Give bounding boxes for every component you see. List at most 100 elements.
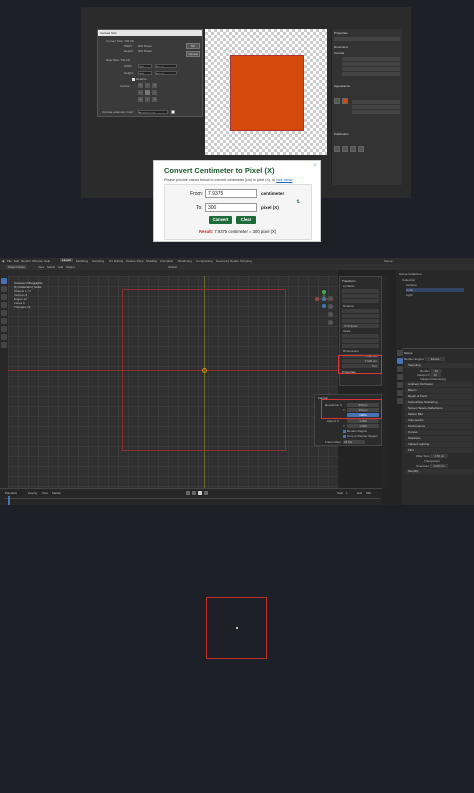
play-icon[interactable]	[198, 491, 202, 495]
crop-checkbox[interactable]	[343, 435, 346, 438]
anchor-arrow-nw-icon[interactable]: ↖	[138, 83, 143, 88]
height-unit-select[interactable]: Pixels	[155, 71, 177, 75]
playhead[interactable]	[8, 496, 10, 505]
gizmo-neg-x-handle[interactable]	[315, 297, 319, 301]
appearance-field-2[interactable]	[352, 105, 400, 109]
anchor-arrow-ne-icon[interactable]: ↗	[152, 83, 157, 88]
tab-compositing[interactable]: Compositing	[196, 259, 213, 263]
outliner-item-camera[interactable]: Camera	[406, 283, 464, 287]
add-cube-tool-icon[interactable]	[1, 342, 7, 348]
end-frame-field[interactable]: 250	[366, 491, 371, 495]
tab-uv-editing[interactable]: UV Editing	[109, 259, 123, 263]
rotation-z-field[interactable]	[342, 319, 379, 323]
marker-menu[interactable]: Marker	[52, 491, 61, 495]
menu-render[interactable]: Render	[21, 259, 31, 263]
menu-edit[interactable]: Edit	[14, 259, 19, 263]
appearance-field-3[interactable]	[352, 110, 400, 114]
collection-item[interactable]: Collection	[402, 278, 468, 282]
annotate-tool-icon[interactable]	[1, 326, 7, 332]
extension-color-swatch[interactable]	[171, 110, 175, 114]
select-menu[interactable]: Select	[47, 265, 55, 269]
output-tab-icon[interactable]	[397, 366, 403, 372]
section-depth-of-field[interactable]: Depth of Field	[405, 394, 473, 399]
tab-animation[interactable]: Animation	[160, 259, 173, 263]
object-menu[interactable]: Object	[66, 265, 75, 269]
vice-versa-link[interactable]: vice versa	[276, 178, 292, 182]
rotation-x-field[interactable]	[342, 309, 379, 313]
ad-close-icon[interactable]: ▷	[314, 162, 317, 167]
clear-button[interactable]: Clear	[236, 216, 256, 224]
play-reverse-icon[interactable]	[192, 491, 196, 495]
sampling-section[interactable]: Sampling	[405, 363, 473, 368]
convert-button[interactable]: Convert	[209, 216, 232, 224]
start-frame-field[interactable]: 1	[346, 491, 348, 495]
section-performance[interactable]: Performance	[405, 424, 473, 429]
select-tool-icon[interactable]	[1, 278, 7, 284]
link-icon[interactable]	[350, 146, 356, 152]
tab-shading[interactable]: Shading	[146, 259, 157, 263]
ok-button[interactable]: OK	[186, 43, 200, 49]
blender-logo-icon[interactable]: ◉	[2, 259, 5, 263]
cancel-button[interactable]: Cancel	[186, 51, 200, 57]
from-input[interactable]: 7.9375	[205, 189, 257, 198]
measure-tool-icon[interactable]	[1, 334, 7, 340]
tab-scripting[interactable]: Scripting	[240, 259, 252, 263]
anchor-center[interactable]	[145, 90, 150, 95]
transparent-toggle[interactable]: Transparent	[424, 459, 474, 463]
pan-hand-icon[interactable]	[328, 304, 333, 309]
menu-window[interactable]: Window	[32, 259, 43, 263]
share-icon[interactable]	[342, 146, 348, 152]
scale-z-field[interactable]	[342, 344, 379, 348]
view-menu[interactable]: View	[38, 265, 44, 269]
jump-start-icon[interactable]	[186, 491, 190, 495]
render-region-checkbox[interactable]	[343, 430, 346, 433]
scene-tab-icon[interactable]	[397, 382, 403, 388]
frame-rate-select[interactable]: 24 fps	[343, 440, 365, 444]
anchor-arrow-w-icon[interactable]: ←	[138, 90, 143, 95]
anchor-arrow-sw-icon[interactable]: ↙	[138, 97, 143, 102]
anchor-arrow-se-icon[interactable]: ↘	[152, 97, 157, 102]
transform-tool-icon[interactable]	[1, 318, 7, 324]
move-tool-icon[interactable]	[1, 294, 7, 300]
location-y-field[interactable]	[342, 294, 379, 298]
sidebar-tabs[interactable]	[382, 276, 388, 488]
location-z-field[interactable]	[342, 299, 379, 303]
anchor-arrow-s-icon[interactable]: ↓	[145, 97, 150, 102]
section-bloom[interactable]: Bloom	[405, 388, 473, 393]
menu-help[interactable]: Help	[44, 259, 50, 263]
section-subsurface[interactable]: Subsurface Scattering	[405, 400, 473, 405]
tab-layout[interactable]: Layout	[60, 258, 74, 262]
playback-menu[interactable]: Playback	[5, 491, 17, 495]
section-simplify[interactable]: Simplify	[405, 469, 473, 474]
location-x-field[interactable]	[342, 289, 379, 293]
anchor-arrow-e-icon[interactable]: →	[152, 90, 157, 95]
canvas-field-mode[interactable]	[342, 72, 400, 76]
section-indirect-lighting[interactable]: Indirect Lighting	[405, 442, 473, 447]
orientation-select[interactable]: Global	[168, 265, 177, 269]
menu-file[interactable]: File	[7, 259, 12, 263]
scene-name[interactable]: Scene	[384, 259, 393, 263]
section-ambient-occlusion[interactable]: Ambient Occlusion	[405, 382, 473, 387]
relative-checkbox[interactable]	[132, 78, 135, 81]
tab-sculpting[interactable]: Sculpting	[92, 259, 104, 263]
filter-size-field[interactable]: 1.50 px	[430, 454, 449, 458]
scale-tool-icon[interactable]	[1, 310, 7, 316]
gizmo-z-handle[interactable]	[322, 290, 326, 294]
section-ssr[interactable]: Screen Space Reflections	[405, 406, 473, 411]
new-height-input[interactable]: 300	[138, 71, 152, 75]
tab-texture-paint[interactable]: Texture Paint	[126, 259, 144, 263]
section-film[interactable]: Film	[405, 448, 473, 453]
scale-x-field[interactable]	[342, 334, 379, 338]
aspect-y-field[interactable]: 1.000	[347, 424, 379, 428]
zoom-icon[interactable]	[328, 296, 333, 301]
section-shadows[interactable]: Shadows	[405, 436, 473, 441]
tab-modeling[interactable]: Modeling	[76, 259, 88, 263]
cursor-tool-icon[interactable]	[1, 286, 7, 292]
rotation-y-field[interactable]	[342, 314, 379, 318]
timeline-view-menu[interactable]: View	[42, 491, 48, 495]
tool-tab-icon[interactable]	[397, 350, 403, 356]
fill-swatch[interactable]	[334, 98, 340, 104]
stroke-swatch[interactable]	[342, 98, 348, 104]
outliner-item-cube[interactable]: Cube	[406, 288, 464, 292]
world-tab-icon[interactable]	[397, 390, 403, 396]
